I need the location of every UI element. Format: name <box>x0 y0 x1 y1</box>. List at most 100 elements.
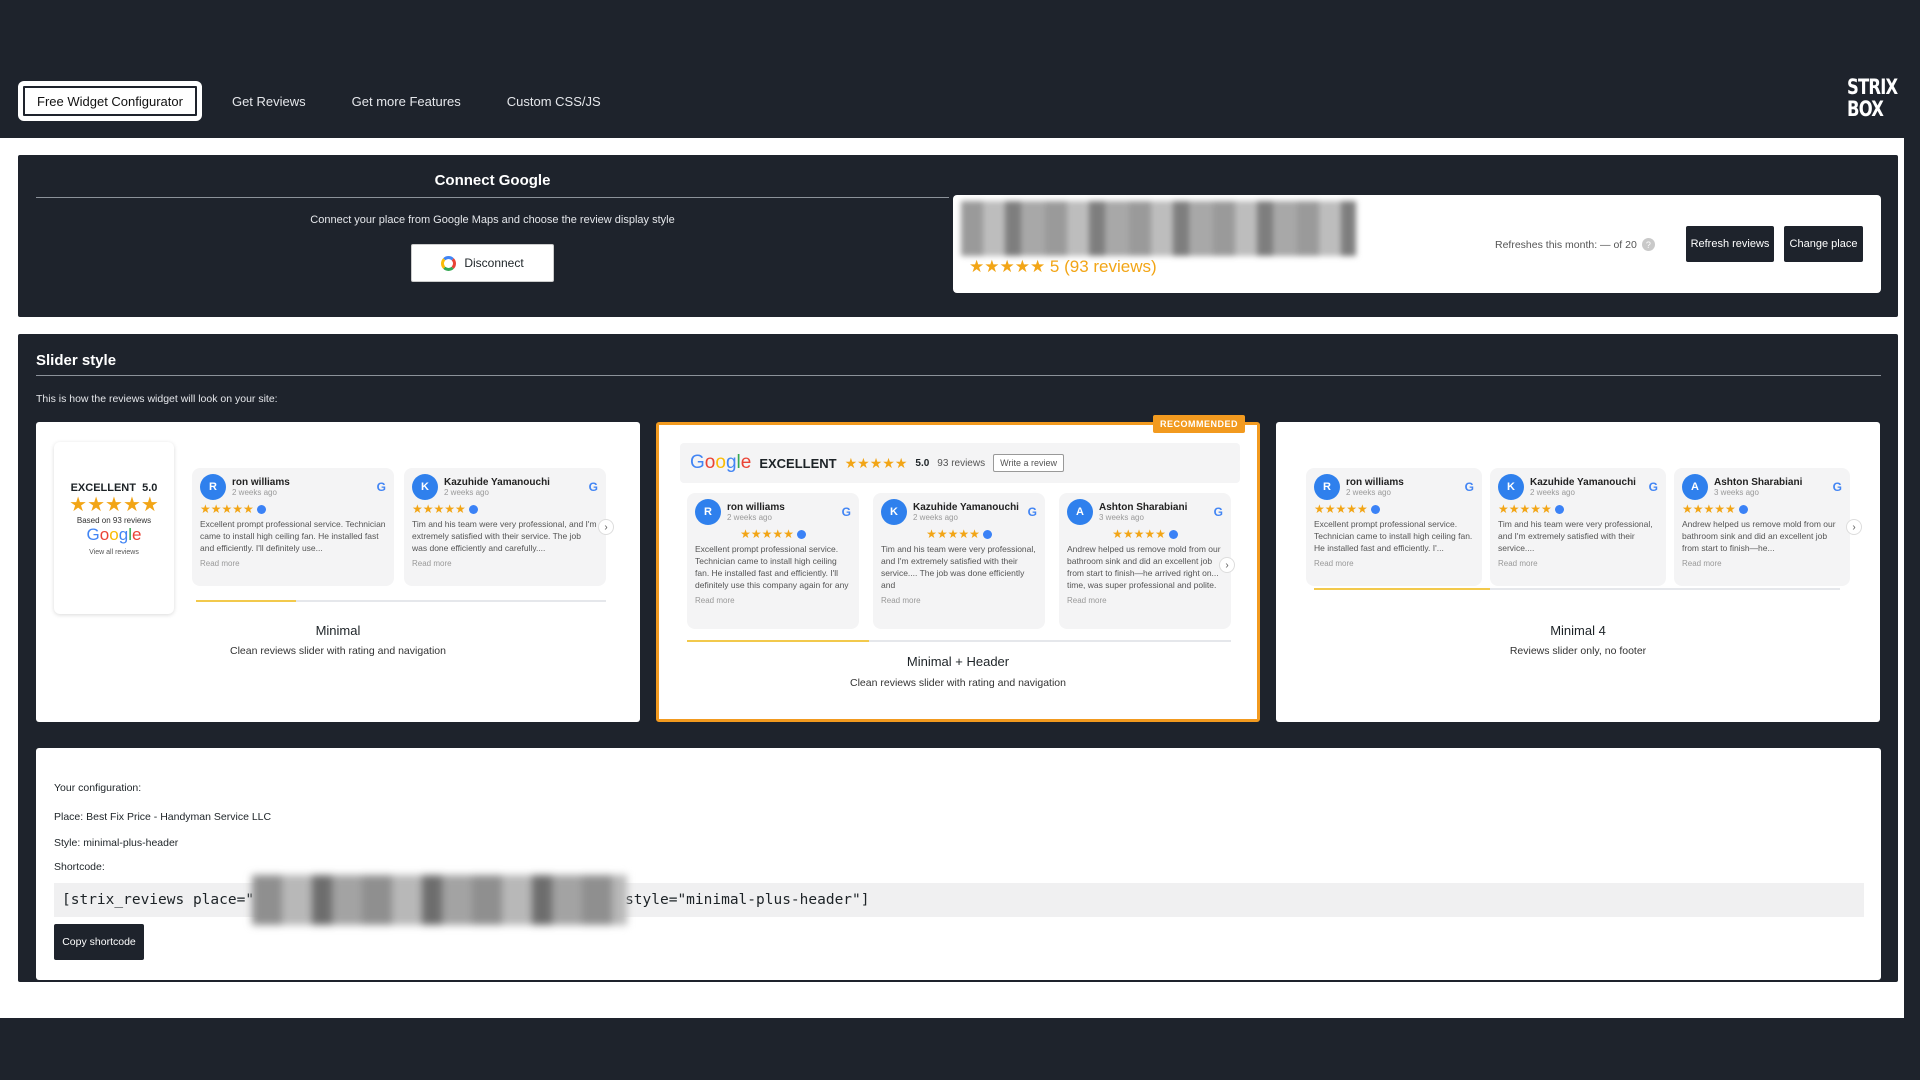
reviewer-name: ron williams <box>232 477 290 488</box>
config-style: Style: minimal-plus-header <box>54 837 178 849</box>
review-time: 2 weeks ago <box>913 513 958 522</box>
review-card: Rron williams 2 weeks ago G ★★★★★ Excellen… <box>1306 468 1482 586</box>
google-icon: G <box>841 505 851 519</box>
config-place: Place: Best Fix Price - Handyman Service… <box>54 811 271 823</box>
header-stars: ★★★★★ <box>844 454 908 471</box>
connect-title: Connect Google <box>434 172 551 189</box>
write-review-button[interactable]: Write a review <box>993 454 1064 472</box>
review-text: Andrew helped us remove mold from our ba… <box>1682 519 1836 553</box>
google-icon: G <box>1027 505 1037 519</box>
review-card: Rron williams 2 weeks ago G ★★★★★ Excellen… <box>192 468 394 586</box>
review-text: Andrew helped us remove mold from our ba… <box>1067 544 1221 590</box>
redacted-place-name <box>961 201 1356 256</box>
google-icon: G <box>1213 505 1223 519</box>
review-card: K Kazuhide Yamanouchi 2 weeks ago G ★★★★★ T… <box>404 468 606 586</box>
config-place-label: Place: <box>54 811 84 823</box>
read-more-link[interactable]: Read more <box>1067 596 1223 605</box>
rating-summary: EXCELLENT 5.0 ★★★★★ Based on 93 reviews … <box>54 442 174 614</box>
slider-progress <box>1314 588 1840 590</box>
style-name: Minimal 4 <box>1550 623 1606 638</box>
verified-icon <box>982 530 992 540</box>
slider-progress-fill <box>687 640 869 642</box>
reviewer-name: Kazuhide Yamanouchi <box>913 502 1019 513</box>
logo-line-1: STRIX <box>1847 75 1898 99</box>
connect-subtitle: Connect your place from Google Maps and … <box>310 214 675 226</box>
review-time: 2 weeks ago <box>727 513 772 522</box>
slider-progress <box>687 640 1231 642</box>
review-time: 3 weeks ago <box>1099 513 1144 522</box>
summary-rating-value: 5.0 <box>142 482 158 494</box>
next-arrow-icon[interactable]: › <box>598 519 614 535</box>
style-name: Minimal + Header <box>906 654 1010 669</box>
style-card-minimal-plus-header[interactable]: RECOMMENDED Google EXCELLENT ★★★★★ 5.0 9… <box>656 415 1260 722</box>
read-more-link[interactable]: Read more <box>1682 559 1842 568</box>
divider <box>36 197 949 198</box>
google-icon: G <box>588 480 598 494</box>
read-more-link[interactable]: Read more <box>1498 559 1658 568</box>
verified-icon <box>1554 505 1564 515</box>
review-time: 3 weeks ago <box>1714 488 1759 497</box>
verified-icon <box>1738 505 1748 515</box>
tab-get-reviews[interactable]: Get Reviews <box>218 83 320 119</box>
read-more-link[interactable]: Read more <box>695 596 851 605</box>
read-more-link[interactable]: Read more <box>881 596 1037 605</box>
next-arrow-icon[interactable]: › <box>1846 519 1862 535</box>
avatar: R <box>1314 474 1340 500</box>
read-more-link[interactable]: Read more <box>200 559 386 568</box>
config-heading: Your configuration: <box>54 782 142 794</box>
tab-free-widget-configurator[interactable]: Free Widget Configurator <box>20 83 200 119</box>
review-time: 2 weeks ago <box>444 488 489 497</box>
reviewer-name: Kazuhide Yamanouchi <box>444 477 550 488</box>
configuration-panel: Your configuration: Place: Best Fix Pric… <box>36 748 1881 980</box>
copy-shortcode-button[interactable]: Copy shortcode <box>54 924 144 960</box>
review-stars: ★★★★★ <box>881 527 1037 541</box>
summary-rating-label: EXCELLENT <box>70 482 136 494</box>
style-card-minimal-4[interactable]: Rron williams 2 weeks ago G ★★★★★ Excellen… <box>1276 422 1880 722</box>
change-place-button[interactable]: Change place <box>1784 226 1863 262</box>
place-rating: ★★★★★ 5 (93 reviews) <box>969 257 1157 276</box>
tab-bar: Free Widget Configurator Get Reviews Get… <box>20 83 615 119</box>
help-icon[interactable]: ? <box>1641 238 1655 251</box>
style-description: Clean reviews slider with rating and nav… <box>850 677 1066 689</box>
view-all-reviews-link[interactable]: View all reviews <box>54 549 174 556</box>
tab-get-more-features[interactable]: Get more Features <box>338 83 475 119</box>
avatar: A <box>1067 499 1093 525</box>
review-card: A Ashton Sharabiani 3 weeks ago G ★★★★★ And… <box>1059 493 1231 629</box>
review-card: Rron williams 2 weeks ago G ★★★★★ Excellen… <box>687 493 859 629</box>
google-logo: Google <box>690 452 752 473</box>
style-card-minimal[interactable]: EXCELLENT 5.0 ★★★★★ Based on 93 reviews … <box>36 422 640 722</box>
header-score: 5.0 <box>915 457 930 469</box>
review-card: K Kazuhide Yamanouchi 2 weeks ago G ★★★★★ T… <box>1490 468 1666 586</box>
google-icon: G <box>1464 480 1474 494</box>
summary-rating: EXCELLENT 5.0 <box>54 482 174 494</box>
top-nav: Free Widget Configurator Get Reviews Get… <box>0 0 1920 140</box>
next-arrow-icon[interactable]: › <box>1219 557 1235 573</box>
divider <box>36 375 1881 376</box>
read-more-link[interactable]: Read more <box>1314 559 1474 568</box>
google-icon: G <box>376 480 386 494</box>
reviewer-name: ron williams <box>1346 477 1404 488</box>
summary-stars: ★★★★★ <box>69 494 159 516</box>
avatar: K <box>1498 474 1524 500</box>
connect-google-panel: Connect Google Connect your place from G… <box>18 155 1898 317</box>
tab-custom-css-js[interactable]: Custom CSS/JS <box>493 83 615 119</box>
review-text: Excellent prompt professional service. T… <box>1314 519 1473 553</box>
disconnect-button[interactable]: Disconnect <box>411 244 554 282</box>
redacted-place-id <box>252 875 628 925</box>
slider-title: Slider style <box>36 352 117 369</box>
refreshes-count: Refreshes this month: — of 20 ? <box>1495 238 1655 251</box>
recommended-badge: RECOMMENDED <box>1152 415 1245 433</box>
review-card: K Kazuhide Yamanouchi 2 weeks ago G ★★★★★ T… <box>873 493 1045 629</box>
avatar: K <box>412 474 438 500</box>
refresh-reviews-button[interactable]: Refresh reviews <box>1686 226 1774 262</box>
config-style-value: minimal-plus-header <box>83 837 179 849</box>
verified-icon <box>256 505 266 515</box>
review-card: A Ashton Sharabiani 3 weeks ago G ★★★★★ And… <box>1674 468 1850 586</box>
refreshes-text: Refreshes this month: — of 20 <box>1495 238 1637 251</box>
review-text: Tim and his team were very professional,… <box>412 519 597 553</box>
header-rating-label: EXCELLENT <box>759 455 837 471</box>
review-text: Excellent prompt professional service. T… <box>200 519 386 553</box>
google-icon <box>441 255 457 271</box>
shortcode-field[interactable]: [strix_reviews place=" style="minimal-pl… <box>54 875 1864 925</box>
read-more-link[interactable]: Read more <box>412 559 598 568</box>
